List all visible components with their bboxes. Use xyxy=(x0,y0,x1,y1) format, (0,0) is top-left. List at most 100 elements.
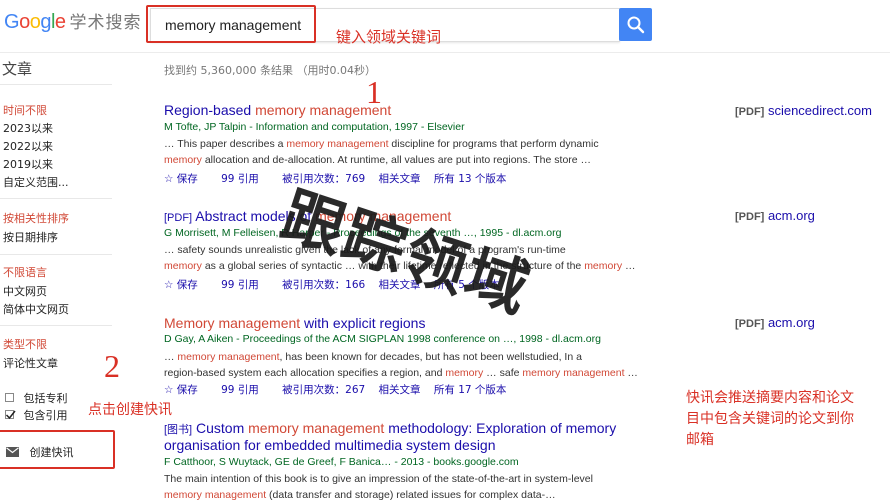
cited-by-link[interactable]: 被引用次数：267 xyxy=(282,384,365,396)
pdf-source: acm.org xyxy=(767,208,815,223)
sort-by-date[interactable]: 按日期排序 xyxy=(3,229,58,245)
result-snippet: … memory management, has been known for … xyxy=(164,349,644,381)
envelope-icon xyxy=(6,447,19,457)
results-stats: 找到约 5,360,000 条结果 （用时0.04秒） xyxy=(164,64,376,77)
logo-letter: o xyxy=(29,11,41,33)
logo-letter: o xyxy=(19,11,30,33)
snippet-line: memory management (data transfer and sto… xyxy=(164,489,556,501)
filter-type-review[interactable]: 评论性文章 xyxy=(3,355,58,371)
save-label: 保存 xyxy=(176,173,198,185)
include-patents-label: 包括专利 xyxy=(23,392,68,405)
logo-suffix: 学术搜索 xyxy=(69,13,142,33)
filter-time-2023[interactable]: 2023以来 xyxy=(3,120,53,136)
note-line: 目中包含关键词的论文到你 xyxy=(686,411,854,427)
citations-checkbox[interactable] xyxy=(5,410,16,420)
title-highlight: memory management xyxy=(248,420,385,436)
pdf-source: sciencedirect.com xyxy=(767,103,872,118)
result-pdf-link[interactable]: [PDF] acm.org xyxy=(735,208,815,223)
filter-time-2019[interactable]: 2019以来 xyxy=(3,156,53,172)
filter-type-any[interactable]: 类型不限 xyxy=(3,336,47,352)
cite-link[interactable]: 99 引用 xyxy=(221,384,269,396)
save-label: 保存 xyxy=(176,279,198,291)
search-button[interactable] xyxy=(619,8,652,41)
title-text: Abstract models of xyxy=(195,208,316,224)
filter-lang-simplified[interactable]: 简体中文网页 xyxy=(3,301,69,317)
logo-letter: e xyxy=(54,11,66,33)
result-authors: G Morrisett, M Felleisen, R Harper - Pro… xyxy=(164,227,562,239)
include-citations-label: 包含引用 xyxy=(23,409,68,422)
snippet-line: … This paper describes a memory manageme… xyxy=(164,138,599,150)
annotation-step2-number: 2 xyxy=(104,348,120,384)
cited-by-link[interactable]: 被引用次数：769 xyxy=(282,173,365,185)
all-versions-link[interactable]: 所有 17 个版本 xyxy=(434,384,507,396)
pdf-type: [PDF] xyxy=(735,106,765,118)
sidebar-divider xyxy=(0,84,112,85)
result-actions: ☆ 保存 99 引用 被引用次数：769 相关文章 所有 13 个版本 xyxy=(164,171,516,186)
filter-time-2022[interactable]: 2022以来 xyxy=(3,138,53,154)
sidebar-divider xyxy=(0,254,112,255)
sort-by-relevance[interactable]: 按相关性排序 xyxy=(3,210,69,226)
all-versions-link[interactable]: 所有 13 个版本 xyxy=(434,173,507,185)
filter-time-custom[interactable]: 自定义范围... xyxy=(3,174,69,190)
search-highlight-box xyxy=(146,5,316,43)
sidebar-divider xyxy=(0,198,112,199)
pdf-type: [PDF] xyxy=(735,318,765,330)
snippet-line: … memory management, has been known for … xyxy=(164,351,582,363)
result-pdf-link[interactable]: [PDF] acm.org xyxy=(735,315,815,330)
google-scholar-logo[interactable]: Google 学术搜索 xyxy=(4,8,142,34)
result-actions: ☆ 保存 99 引用 被引用次数：267 相关文章 所有 17 个版本 xyxy=(164,382,516,397)
search-icon xyxy=(627,16,645,34)
cite-label: 引用 xyxy=(237,384,259,396)
cite-link[interactable]: 99 引用 xyxy=(221,279,269,291)
result-title-link[interactable]: [图书] Custom memory management methodolog… xyxy=(164,420,616,437)
save-link[interactable]: ☆ 保存 xyxy=(164,279,208,291)
filter-lang-chinese[interactable]: 中文网页 xyxy=(3,283,47,299)
filter-time-any[interactable]: 时间不限 xyxy=(3,102,47,118)
include-citations-option[interactable]: 包含引用 xyxy=(5,407,68,423)
result-title-link[interactable]: Memory management with explicit regions xyxy=(164,315,425,331)
annotation-step2-text: 点击创建快讯 xyxy=(88,402,172,418)
related-articles-link[interactable]: 相关文章 xyxy=(379,279,421,291)
include-patents-option[interactable]: 包括专利 xyxy=(5,390,68,406)
title-text: Region-based xyxy=(164,102,256,118)
save-link[interactable]: ☆ 保存 xyxy=(164,173,208,185)
header-divider xyxy=(0,52,890,53)
note-line: 快讯会推送摘要内容和论文 xyxy=(686,390,854,406)
logo-letter: G xyxy=(4,11,20,33)
all-versions-link[interactable]: 所有 5 个版本 xyxy=(434,279,500,291)
create-alert-button[interactable]: 创建快讯 xyxy=(6,444,74,460)
title-text: methodology: Exploration of memory xyxy=(384,420,617,436)
note-line: 邮箱 xyxy=(686,432,714,448)
cited-by-link[interactable]: 被引用次数：166 xyxy=(282,279,365,291)
cite-link[interactable]: 99 引用 xyxy=(221,173,269,185)
result-actions: ☆ 保存 99 引用 被引用次数：166 相关文章 所有 5 个版本 xyxy=(164,277,510,292)
logo-letter: g xyxy=(40,11,51,33)
result-snippet: … This paper describes a memory manageme… xyxy=(164,136,644,168)
result-pdf-link[interactable]: [PDF] sciencedirect.com xyxy=(735,103,872,118)
result-authors: D Gay, A Aiken - Proceedings of the ACM … xyxy=(164,333,601,345)
save-link[interactable]: ☆ 保存 xyxy=(164,384,208,396)
snippet-line: The main intention of this book is to gi… xyxy=(164,473,593,485)
result-type-tag: [PDF] xyxy=(164,212,193,224)
result-snippet: The main intention of this book is to gi… xyxy=(164,471,644,503)
related-articles-link[interactable]: 相关文章 xyxy=(379,384,421,396)
title-text: Custom xyxy=(196,420,249,436)
cite-label: 引用 xyxy=(237,279,259,291)
save-label: 保存 xyxy=(176,384,198,396)
sidebar-divider xyxy=(0,325,112,326)
snippet-line: region-based system each allocation spec… xyxy=(164,367,638,379)
checkmark-icon xyxy=(5,410,16,420)
result-title-link[interactable]: Region-based memory management xyxy=(164,102,391,118)
annotation-note: 快讯会推送摘要内容和论文 目中包含关键词的论文到你 邮箱 xyxy=(686,388,854,451)
create-alert-label: 创建快讯 xyxy=(29,446,74,459)
result-authors: F Catthoor, S Wuytack, GE de Greef, F Ba… xyxy=(164,456,519,468)
title-highlight: Memory management xyxy=(164,315,301,331)
title-highlight: memory management xyxy=(315,208,452,224)
result-title-line2[interactable]: organisation for embedded multimedia sys… xyxy=(164,437,496,453)
snippet-line: … safety sounds unrealistic given the la… xyxy=(164,244,566,256)
patents-checkbox[interactable] xyxy=(5,393,14,402)
filter-lang-any[interactable]: 不限语言 xyxy=(3,264,47,280)
result-title-link[interactable]: [PDF] Abstract models of memory manageme… xyxy=(164,208,451,224)
related-articles-link[interactable]: 相关文章 xyxy=(379,173,421,185)
result-snippet: … safety sounds unrealistic given the la… xyxy=(164,242,644,274)
